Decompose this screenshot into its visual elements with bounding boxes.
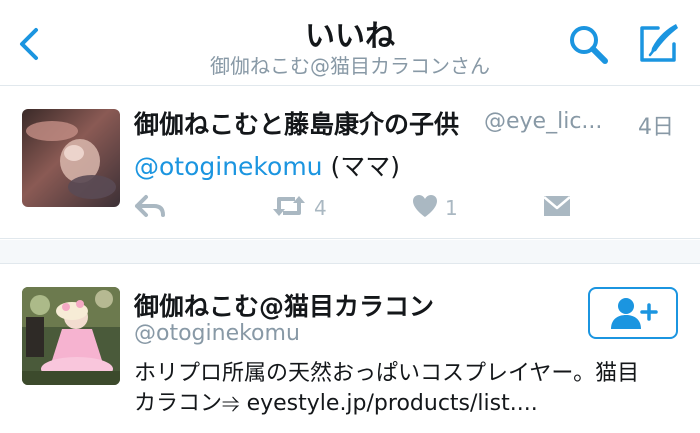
tweet-author-name[interactable]: 御伽ねこむと藤島康介の子供: [134, 105, 459, 141]
reply-icon: [134, 194, 166, 222]
tweet-mention-link[interactable]: @otoginekomu: [134, 152, 323, 181]
search-icon[interactable]: [566, 22, 610, 66]
add-user-icon: [608, 295, 660, 337]
section-divider: [0, 240, 700, 264]
tweet-text: @otoginekomu (ママ): [134, 147, 400, 183]
like-count: 1: [445, 196, 458, 220]
user-bio-line: ホリプロ所属の天然おっぱいコスプレイヤー。猫目: [134, 361, 640, 386]
user-display-name[interactable]: 御伽ねこむ@猫目カラコン: [134, 287, 434, 323]
user-bio-line[interactable]: カラコン⥤ eyestyle.jp/products/list....: [134, 385, 538, 417]
avatar[interactable]: [22, 287, 120, 385]
navigation-bar: いいね 御伽ねこむ@猫目カラコンさん: [0, 0, 700, 86]
compose-icon[interactable]: [636, 20, 682, 66]
direct-message-button[interactable]: [542, 195, 572, 221]
user-handle[interactable]: @otoginekomu: [134, 321, 300, 346]
tweet-author-handle[interactable]: @eye_lic...: [484, 109, 602, 134]
tweet-timestamp: 4日: [638, 115, 674, 140]
user-card[interactable]: 御伽ねこむ@猫目カラコン @otoginekomu ホリプロ所属の天然おっぱいコ…: [0, 265, 700, 433]
direct-message-icon: [542, 194, 572, 222]
retweet-count: 4: [314, 196, 327, 220]
tweet-item[interactable]: 御伽ねこむと藤島康介の子供 @eye_lic... 4日 @otoginekom…: [0, 87, 700, 239]
like-button[interactable]: 1: [411, 195, 458, 221]
tweet-text-rest: (ママ): [322, 152, 400, 181]
retweet-button[interactable]: 4: [270, 195, 327, 221]
avatar[interactable]: [22, 109, 120, 207]
heart-icon: [411, 193, 439, 223]
follow-button[interactable]: [588, 287, 678, 339]
retweet-icon: [270, 193, 308, 223]
reply-button[interactable]: [134, 195, 166, 221]
